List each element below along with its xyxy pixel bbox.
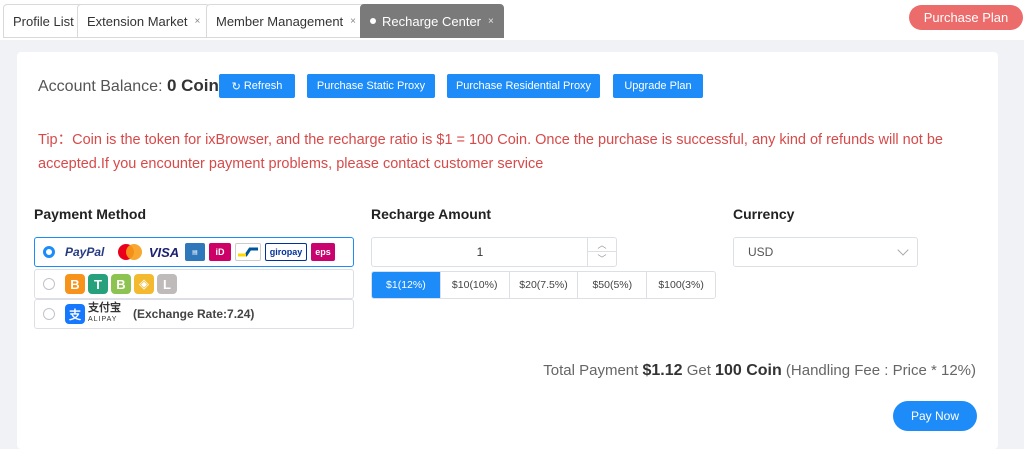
recharge-amount-title: Recharge Amount xyxy=(371,206,492,222)
bitcoin-cash-icon: B xyxy=(111,274,131,294)
purchase-static-proxy-button[interactable]: Purchase Static Proxy xyxy=(307,74,435,98)
tip-text: Tip：Coin is the token for ixBrowser, and… xyxy=(38,132,943,172)
tab-extension-market[interactable]: Extension Market × xyxy=(77,4,211,38)
tab-label: Member Management xyxy=(216,13,344,29)
exchange-rate: (Exchange Rate:7.24) xyxy=(133,307,255,321)
amount-input[interactable]: 1 xyxy=(372,238,588,266)
tab-label: Recharge Center xyxy=(382,13,481,29)
active-dot-icon xyxy=(370,18,376,24)
coin-amount: 100 Coin xyxy=(715,362,782,379)
increment-icon[interactable]: ︿ xyxy=(588,238,616,252)
currency-value: USD xyxy=(748,245,774,259)
refresh-label: Refresh xyxy=(243,80,283,92)
recharge-card: Account Balance: 0 Coin ↻ Refresh Purcha… xyxy=(17,52,998,449)
amount-option-10[interactable]: $10(10%) xyxy=(440,272,510,298)
payment-option-card[interactable]: PayPal VISA ▤ iD giropay eps xyxy=(34,237,354,267)
total-payment: Total Payment $1.12 Get 100 Coin (Handli… xyxy=(543,362,976,379)
refresh-button[interactable]: ↻ Refresh xyxy=(219,74,295,98)
balance-label: Account Balance: xyxy=(38,78,167,95)
payment-option-alipay[interactable]: 支 支付宝 ALIPAY (Exchange Rate:7.24) xyxy=(34,299,354,329)
total-amount: $1.12 xyxy=(642,362,683,379)
tab-label: Profile List xyxy=(13,13,74,29)
currency-select[interactable]: USD xyxy=(733,237,918,267)
decrement-icon[interactable]: ﹀ xyxy=(588,252,616,266)
paypal-logo: PayPal xyxy=(65,245,105,259)
tab-bar: Profile List Extension Market × Member M… xyxy=(0,0,1024,40)
amount-option-50[interactable]: $50(5%) xyxy=(578,272,648,298)
stepper-arrows: ︿ ﹀ xyxy=(587,238,616,266)
bitcoin-icon: B xyxy=(65,274,85,294)
purchase-plan-button[interactable]: Purchase Plan xyxy=(909,5,1023,30)
amount-option-100[interactable]: $100(3%) xyxy=(647,272,715,298)
radio-button[interactable] xyxy=(43,278,55,290)
account-balance: Account Balance: 0 Coin xyxy=(38,76,219,96)
currency-title: Currency xyxy=(733,206,795,222)
binance-icon: ◈ xyxy=(134,274,154,294)
tab-label: Extension Market xyxy=(87,13,188,29)
tab-profile-list[interactable]: Profile List xyxy=(3,4,84,38)
fee-note: (Handling Fee : Price * 12%) xyxy=(781,362,976,379)
bancontact-icon xyxy=(235,243,261,261)
radio-button[interactable] xyxy=(43,246,55,258)
radio-button[interactable] xyxy=(43,308,55,320)
amount-options: $1(12%) $10(10%) $20(7.5%) $50(5%) $100(… xyxy=(371,271,716,299)
tab-member-management[interactable]: Member Management × xyxy=(206,4,367,38)
tab-recharge-center[interactable]: Recharge Center × xyxy=(360,4,504,38)
refresh-icon: ↻ xyxy=(231,80,241,93)
mastercard-icon xyxy=(117,243,143,261)
eps-logo: eps xyxy=(311,243,335,261)
close-icon[interactable]: × xyxy=(350,16,356,27)
payment-method-title: Payment Method xyxy=(34,206,147,222)
close-icon[interactable]: × xyxy=(488,16,494,27)
giropay-logo: giropay xyxy=(265,243,307,261)
alipay-icon: 支 xyxy=(65,304,85,324)
pay-now-button[interactable]: Pay Now xyxy=(893,401,977,431)
alipay-logo: 支付宝 ALIPAY xyxy=(88,302,121,324)
tether-icon: T xyxy=(88,274,108,294)
amex-icon: ▤ xyxy=(185,243,205,261)
visa-logo: VISA xyxy=(148,244,180,260)
recharge-amount-stepper[interactable]: 1 ︿ ﹀ xyxy=(371,237,617,267)
purchase-residential-proxy-button[interactable]: Purchase Residential Proxy xyxy=(447,74,600,98)
upgrade-plan-button[interactable]: Upgrade Plan xyxy=(613,74,703,98)
amount-option-20[interactable]: $20(7.5%) xyxy=(509,272,579,298)
litecoin-icon: L xyxy=(157,274,177,294)
chevron-down-icon xyxy=(897,244,909,256)
payment-option-crypto[interactable]: B T B ◈ L xyxy=(34,269,354,299)
close-icon[interactable]: × xyxy=(194,16,200,27)
amount-option-1[interactable]: $1(12%) xyxy=(372,272,441,298)
ideal-logo: iD xyxy=(209,243,231,261)
balance-value: 0 Coin xyxy=(166,76,219,95)
